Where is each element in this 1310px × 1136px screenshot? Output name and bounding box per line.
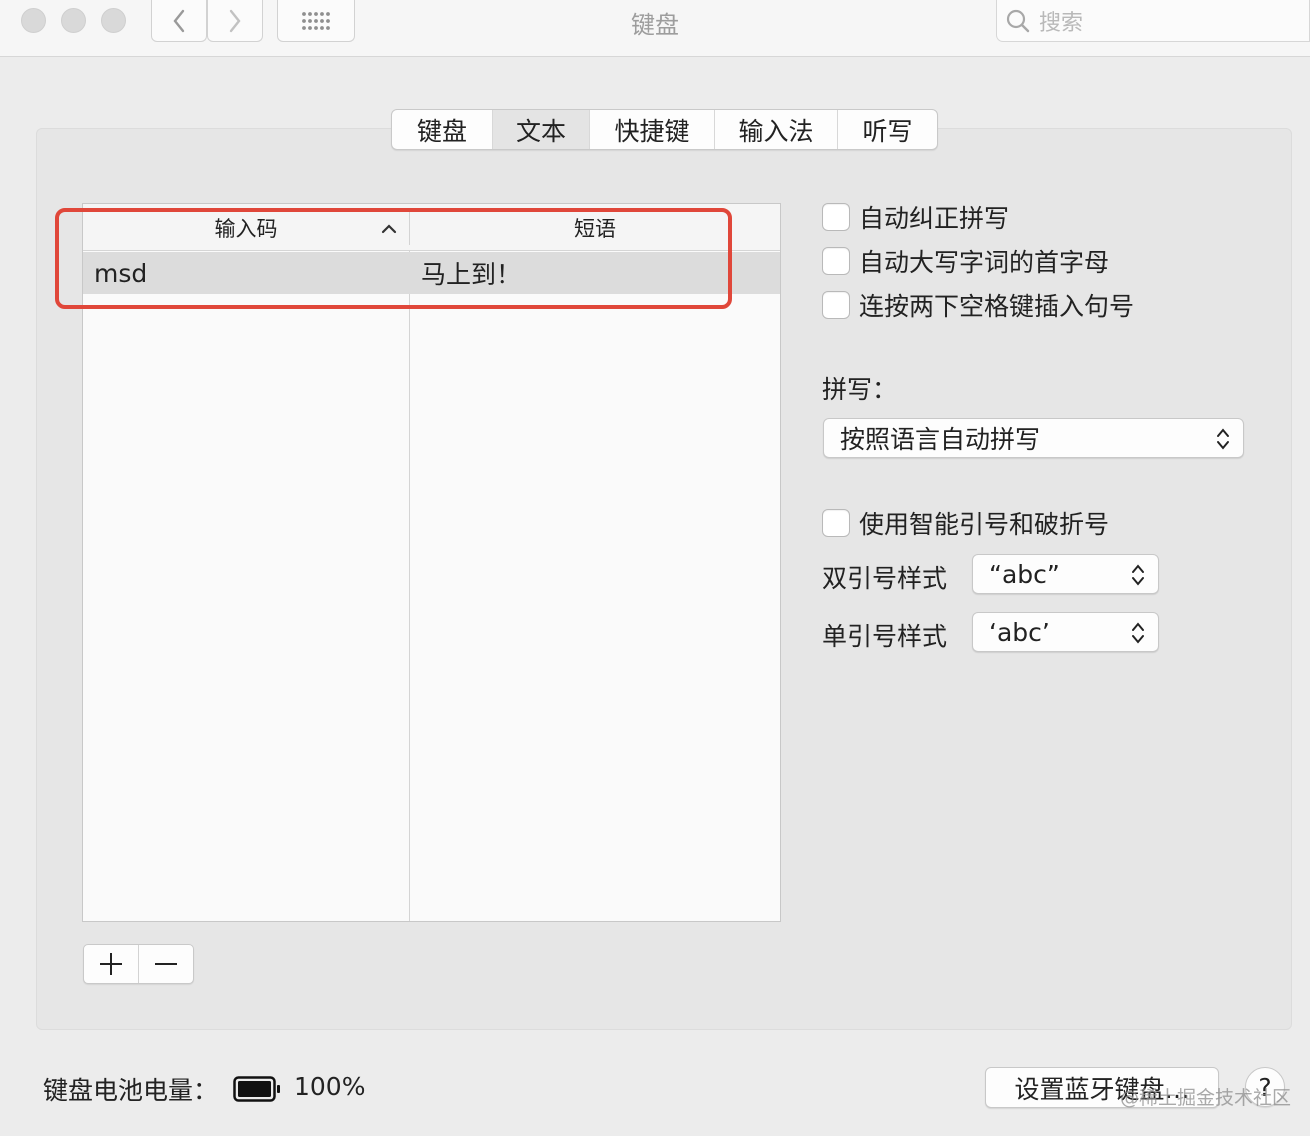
double-space-period-option[interactable]: 连按两下空格键插入句号 bbox=[822, 289, 1134, 321]
annotation-highlight-box bbox=[55, 208, 732, 309]
tab-input-sources[interactable]: 输入法 bbox=[715, 110, 838, 149]
updown-chevron-icon bbox=[1217, 428, 1229, 450]
updown-chevron-icon bbox=[1132, 622, 1144, 644]
updown-chevron-icon bbox=[1132, 564, 1144, 586]
auto-correct-checkbox[interactable] bbox=[822, 203, 850, 231]
add-remove-control bbox=[83, 944, 194, 984]
auto-capitalize-option[interactable]: 自动大写字词的首字母 bbox=[822, 245, 1109, 277]
auto-capitalize-label: 自动大写字词的首字母 bbox=[859, 248, 1110, 277]
spelling-label: 拼写： bbox=[822, 375, 898, 404]
battery-percentage: 100% bbox=[294, 1072, 366, 1101]
single-quote-style-select[interactable]: ‘abc’ bbox=[972, 612, 1159, 652]
watermark: @稀土掘金技术社区 bbox=[1120, 1087, 1292, 1109]
double-quote-style-label: 双引号样式 bbox=[822, 564, 948, 593]
double-quote-style-select[interactable]: “abc” bbox=[972, 554, 1159, 594]
auto-correct-option[interactable]: 自动纠正拼写 bbox=[822, 201, 1009, 233]
spelling-select-value: 按照语言自动拼写 bbox=[840, 425, 1041, 454]
minus-icon bbox=[154, 963, 177, 965]
single-quote-style-value: ‘abc’ bbox=[989, 617, 1050, 647]
spelling-select[interactable]: 按照语言自动拼写 bbox=[823, 418, 1244, 458]
tab-text[interactable]: 文本 bbox=[493, 110, 590, 149]
column-divider bbox=[409, 251, 410, 921]
title-bar: 键盘 搜索 bbox=[0, 0, 1310, 57]
search-placeholder: 搜索 bbox=[1039, 10, 1084, 36]
smart-quotes-option[interactable]: 使用智能引号和破折号 bbox=[822, 507, 1109, 539]
search-icon bbox=[1006, 9, 1030, 32]
battery-icon bbox=[233, 1076, 280, 1102]
tab-bar: 键盘 文本 快捷键 输入法 听写 bbox=[391, 109, 938, 150]
text-replacement-table: 输入码 短语 msd 马上到！ bbox=[82, 203, 781, 922]
double-space-period-label: 连按两下空格键插入句号 bbox=[859, 292, 1135, 321]
tab-shortcuts[interactable]: 快捷键 bbox=[590, 110, 715, 149]
double-space-period-checkbox[interactable] bbox=[822, 291, 850, 319]
search-field[interactable]: 搜索 bbox=[996, 0, 1310, 42]
auto-correct-label: 自动纠正拼写 bbox=[859, 204, 1010, 233]
plus-icon bbox=[99, 953, 122, 975]
tab-dictation[interactable]: 听写 bbox=[838, 110, 937, 149]
battery-level-label: 键盘电池电量： bbox=[43, 1076, 219, 1105]
smart-quotes-checkbox[interactable] bbox=[822, 509, 850, 537]
smart-quotes-label: 使用智能引号和破折号 bbox=[859, 510, 1110, 539]
tab-keyboard[interactable]: 键盘 bbox=[392, 110, 493, 149]
remove-button[interactable] bbox=[139, 945, 194, 983]
add-button[interactable] bbox=[84, 945, 139, 983]
single-quote-style-label: 单引号样式 bbox=[822, 622, 948, 651]
double-quote-style-value: “abc” bbox=[989, 559, 1060, 589]
auto-capitalize-checkbox[interactable] bbox=[822, 247, 850, 275]
